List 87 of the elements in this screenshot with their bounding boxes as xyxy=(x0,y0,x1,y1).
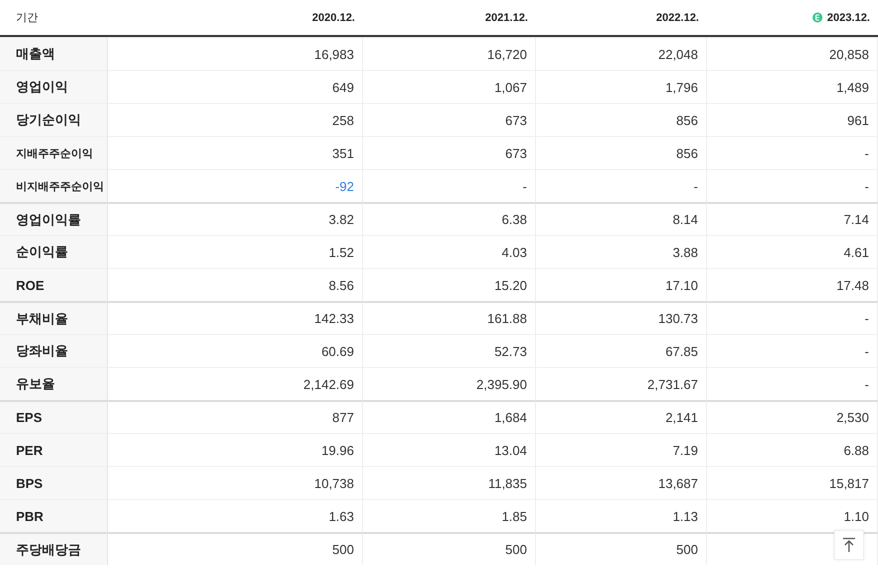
table-cell: - xyxy=(864,178,869,194)
row-label: EPS xyxy=(16,410,42,425)
table-cell: 856 xyxy=(676,112,698,128)
table-cell: 16,720 xyxy=(487,46,527,62)
table-cell: 52.73 xyxy=(494,344,527,358)
table-cell: 2,530 xyxy=(836,410,869,425)
table-cell: 130.73 xyxy=(658,311,698,326)
table-cell: -92 xyxy=(335,178,354,194)
table-cell: 10,738 xyxy=(314,476,354,490)
table-cell: 161.88 xyxy=(487,311,527,326)
table-cell: 1.13 xyxy=(672,508,698,524)
table-cell: 2,731.67 xyxy=(647,376,698,392)
table-cell: - xyxy=(864,376,869,392)
table-cell: 1.52 xyxy=(328,244,354,260)
table-cell: 6.38 xyxy=(502,212,527,227)
row-label: 부채비율 xyxy=(16,310,68,328)
header-cell: 2020.12. xyxy=(312,12,355,24)
table-cell: 67.85 xyxy=(665,344,698,358)
table-cell: 877 xyxy=(332,410,354,425)
header-cell: 2022.12. xyxy=(656,12,699,24)
table-cell: 351 xyxy=(332,146,354,160)
table-cell: - xyxy=(522,178,527,194)
row-label: ROE xyxy=(16,278,44,292)
table-cell: - xyxy=(694,178,698,194)
row-label: 주당배당금 xyxy=(16,540,81,558)
table-cell: 961 xyxy=(847,112,869,128)
table-cell: 6.88 xyxy=(844,442,869,458)
table-cell: 13.04 xyxy=(494,442,527,458)
table-cell: 19.96 xyxy=(321,442,354,458)
table-cell: 60.69 xyxy=(321,344,354,358)
table-cell: 1,489 xyxy=(836,80,869,94)
row-label: 순이익률 xyxy=(16,243,68,261)
table-cell: - xyxy=(864,344,869,358)
row-label: 당좌비율 xyxy=(16,342,68,360)
table-cell: 500 xyxy=(676,542,698,557)
table-cell: 1,684 xyxy=(494,410,527,425)
row-label: 지배주주순이익 xyxy=(16,146,93,160)
table-cell: 673 xyxy=(505,146,527,160)
table-cell: 3.82 xyxy=(328,212,354,227)
table-cell: 1.10 xyxy=(844,508,869,524)
row-label: 유보율 xyxy=(16,375,55,393)
table-cell: 2,141 xyxy=(665,410,698,425)
row-label: PBR xyxy=(16,508,44,524)
table-cell: - xyxy=(864,311,869,326)
table-cell: 2,395.90 xyxy=(476,376,527,392)
row-label: 매출액 xyxy=(16,45,55,63)
table-cell: 17.48 xyxy=(836,278,869,292)
arrow-up-icon xyxy=(842,537,856,553)
row-label: 비지배주주순이익 xyxy=(16,180,104,194)
header-cell-text: 기간 xyxy=(16,11,38,25)
table-cell: 4.61 xyxy=(844,244,869,260)
table-cell: 1,067 xyxy=(494,80,527,94)
scroll-to-top-button[interactable] xyxy=(834,530,864,560)
table-cell: 8.56 xyxy=(328,278,354,292)
table-cell: 649 xyxy=(332,80,354,94)
table-cell: 16,983 xyxy=(314,46,354,62)
row-label: 영업이익률 xyxy=(16,210,81,228)
header-cell: 2023.12. xyxy=(827,12,870,24)
table-cell: 8.14 xyxy=(672,212,698,227)
table-cell: 7.14 xyxy=(844,212,869,227)
table-cell: 2,142.69 xyxy=(303,376,354,392)
table-cell: 673 xyxy=(505,112,527,128)
table-cell: 1.85 xyxy=(502,508,527,524)
table-cell: 4.03 xyxy=(502,244,527,260)
table-cell: 500 xyxy=(332,542,354,557)
row-label: BPS xyxy=(16,476,43,490)
table-cell: 1,796 xyxy=(665,80,698,94)
table-cell: 22,048 xyxy=(658,46,698,62)
header-cell: 2021.12. xyxy=(485,12,528,24)
row-label: 당기순이익 xyxy=(16,111,81,129)
table-cell: 7.19 xyxy=(672,442,698,458)
table-cell: 15.20 xyxy=(494,278,527,292)
table-cell: 20,858 xyxy=(829,46,869,62)
table-cell: - xyxy=(864,146,869,160)
table-cell: 11,835 xyxy=(488,476,527,490)
table-cell: 258 xyxy=(332,112,354,128)
table-cell: 3.88 xyxy=(672,244,698,260)
row-label: PER xyxy=(16,442,43,458)
table-cell: 17.10 xyxy=(665,278,698,292)
table-cell: 15,817 xyxy=(829,476,869,490)
estimate-icon xyxy=(812,12,824,23)
table-cell: 856 xyxy=(676,146,698,160)
table-cell: 1.63 xyxy=(328,508,354,524)
table-cell: 142.33 xyxy=(314,311,354,326)
table-cell: 13,687 xyxy=(658,476,698,490)
row-label: 영업이익 xyxy=(16,78,68,96)
table-cell: 500 xyxy=(505,542,527,557)
